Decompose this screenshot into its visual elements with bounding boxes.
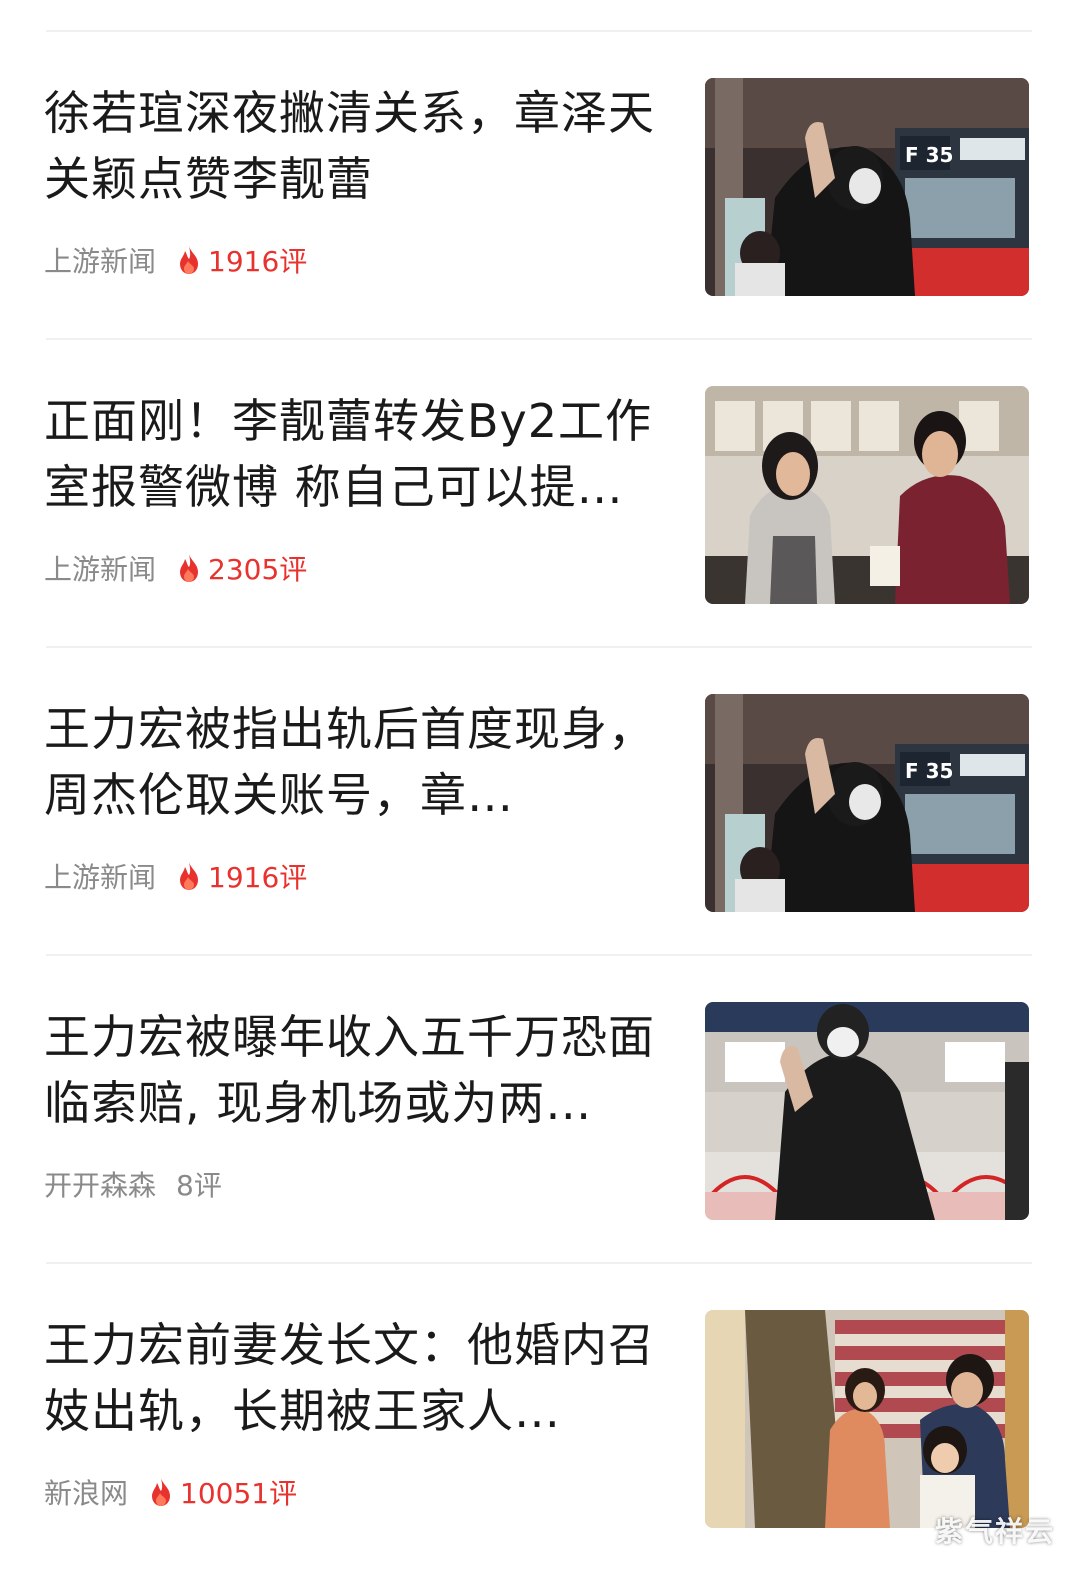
news-meta: 新浪网 10051评 xyxy=(44,1472,297,1512)
comment-count: 8评 xyxy=(176,1164,222,1204)
airport-mask-photo xyxy=(705,1002,1029,1220)
divider xyxy=(46,338,1032,340)
news-source: 上游新闻 xyxy=(44,245,157,278)
comment-count: 1916评 xyxy=(176,856,307,896)
flame-icon xyxy=(152,1478,171,1506)
comment-count-text: 1916评 xyxy=(208,245,308,278)
news-title[interactable]: 王力宏前妻发长文：他婚内召妓出轨，长期被王家人… xyxy=(44,1312,664,1444)
family-stairs-photo xyxy=(705,1310,1029,1528)
comment-count-text: 8评 xyxy=(176,1169,222,1202)
news-meta: 上游新闻 2305评 xyxy=(44,548,307,588)
news-meta: 开开森森 8评 xyxy=(44,1164,222,1204)
couple-photo xyxy=(705,386,1029,604)
news-title[interactable]: 正面刚！李靓蕾转发By2工作室报警微博 称自己可以提… xyxy=(44,388,664,520)
divider xyxy=(46,646,1032,648)
divider xyxy=(46,30,1032,32)
news-feed: 徐若瑄深夜撇清关系，章泽天关颖点赞李靓蕾 上游新闻 1916评 F 35 正面刚… xyxy=(0,0,1079,1580)
news-meta: 上游新闻 1916评 xyxy=(44,240,307,280)
news-source: 上游新闻 xyxy=(44,861,157,894)
news-thumbnail[interactable] xyxy=(705,386,1029,604)
comment-count-text: 1916评 xyxy=(208,861,308,894)
news-source: 开开森森 xyxy=(44,1169,157,1202)
news-meta: 上游新闻 1916评 xyxy=(44,856,307,896)
news-title[interactable]: 王力宏被指出轨后首度现身，周杰伦取关账号，章… xyxy=(44,696,664,828)
news-thumbnail[interactable]: F 35 xyxy=(705,694,1029,912)
news-title[interactable]: 王力宏被曝年收入五千万恐面临索赔, 现身机场或为两… xyxy=(44,1004,664,1136)
flame-icon xyxy=(180,554,199,582)
comment-count-text: 2305评 xyxy=(208,553,308,586)
airport-wave-photo: F 35 xyxy=(705,694,1029,912)
news-title[interactable]: 徐若瑄深夜撇清关系，章泽天关颖点赞李靓蕾 xyxy=(44,80,664,212)
watermark: 紫气祥云 xyxy=(934,1515,1055,1548)
news-source: 上游新闻 xyxy=(44,553,157,586)
divider xyxy=(46,1262,1032,1264)
news-item-5[interactable]: 王力宏前妻发长文：他婚内召妓出轨，长期被王家人… 新浪网 10051评 xyxy=(0,1310,1079,1580)
comment-count: 10051评 xyxy=(148,1472,297,1512)
news-thumbnail[interactable]: F 35 xyxy=(705,78,1029,296)
news-thumbnail[interactable] xyxy=(705,1002,1029,1220)
flame-icon xyxy=(180,246,199,274)
svg-text:F 35: F 35 xyxy=(905,143,953,167)
svg-text:F 35: F 35 xyxy=(905,759,953,783)
flame-icon xyxy=(180,862,199,890)
divider xyxy=(46,954,1032,956)
airport-wave-photo: F 35 xyxy=(705,78,1029,296)
news-thumbnail[interactable] xyxy=(705,1310,1029,1528)
comment-count: 2305评 xyxy=(176,548,307,588)
news-source: 新浪网 xyxy=(44,1477,129,1510)
comment-count-text: 10051评 xyxy=(180,1477,298,1510)
comment-count: 1916评 xyxy=(176,240,307,280)
